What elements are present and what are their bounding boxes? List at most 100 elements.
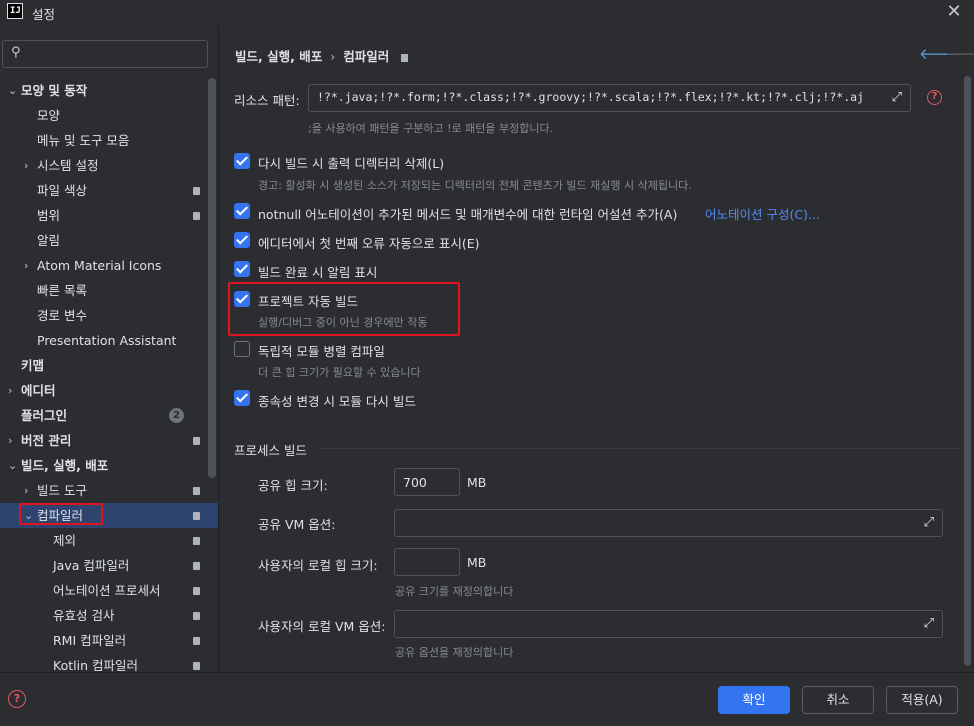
sidebar-item-label: 모양 및 동작 [21, 83, 88, 98]
expand-icon[interactable]: ⤢ [892, 90, 902, 105]
shared-heap-value: 700 [403, 475, 427, 490]
project-scope-icon [193, 612, 200, 620]
help-icon[interactable]: ? [927, 90, 942, 105]
sidebar-item[interactable]: 제외 [0, 528, 218, 553]
auto-build-label[interactable]: 프로젝트 자동 빌드 [258, 291, 358, 310]
auto-build-checkbox[interactable] [234, 291, 250, 307]
title-bar: IJ 설정 ✕ [0, 0, 974, 26]
sidebar-item[interactable]: Java 컴파일러 [0, 553, 218, 578]
clear-output-checkbox[interactable] [234, 153, 250, 169]
help-icon[interactable]: ? [8, 690, 26, 708]
notify-build-label[interactable]: 빌드 완료 시 알림 표시 [258, 262, 377, 281]
sidebar-item-label: 모양 [37, 108, 61, 123]
chevron-right-icon[interactable]: › [24, 253, 28, 278]
notnull-checkbox[interactable] [234, 203, 250, 219]
sidebar-item[interactable]: 빠른 목록 [0, 278, 218, 303]
sidebar-item-label: 제외 [53, 533, 77, 548]
first-error-label[interactable]: 에디터에서 첫 번째 오류 자동으로 표시(E) [258, 233, 480, 252]
chevron-right-icon[interactable]: › [24, 478, 28, 503]
sidebar-item[interactable]: 메뉴 및 도구 모음 [0, 128, 218, 153]
project-scope-icon [193, 187, 200, 195]
sidebar-scrollbar[interactable] [208, 78, 216, 478]
shared-vm-label: 공유 VM 옵션: [258, 517, 336, 532]
rebuild-deps-label[interactable]: 종속성 변경 시 모듈 다시 빌드 [258, 391, 416, 410]
content-scrollbar[interactable] [964, 76, 971, 666]
notnull-label[interactable]: notnull 어노테이션이 추가된 메서드 및 매개변수에 대한 런타임 어설… [258, 204, 677, 223]
chevron-right-icon[interactable]: › [24, 153, 28, 178]
sidebar-item[interactable]: 플러그인 2 [0, 403, 218, 428]
sidebar-item[interactable]: 파일 색상 [0, 178, 218, 203]
sidebar-item[interactable]: › Atom Material Icons [0, 253, 218, 278]
sidebar-item[interactable]: ⌄ 컴파일러 [0, 503, 218, 528]
sidebar-item-label: 파일 색상 [37, 183, 87, 198]
parallel-compile-hint: 더 큰 힙 크기가 필요할 수 있습니다 [258, 366, 421, 379]
sidebar-item-label: Presentation Assistant [37, 333, 177, 348]
resource-patterns-label: 리소스 패턴: [234, 93, 300, 108]
search-input[interactable]: ⚲ [2, 40, 208, 68]
parallel-compile-label[interactable]: 독립적 모듈 병렬 컴파일 [258, 341, 385, 360]
sidebar-item[interactable]: 모양 [0, 103, 218, 128]
resource-patterns-value: !?*.java;!?*.form;!?*.class;!?*.groovy;!… [317, 90, 864, 104]
apply-button[interactable]: 적용(A) [886, 686, 958, 714]
project-scope-icon [193, 437, 200, 445]
expand-icon[interactable]: ⤢ [924, 616, 934, 631]
process-build-title: 프로세스 빌드 [234, 443, 307, 458]
sidebar-item[interactable]: › 빌드 도구 [0, 478, 218, 503]
user-heap-hint: 공유 크기를 재정의합니다 [395, 585, 514, 598]
cancel-button[interactable]: 취소 [802, 686, 874, 714]
sidebar-item-label: 에디터 [21, 383, 56, 398]
project-scope-icon [193, 637, 200, 645]
sidebar-item[interactable]: 키맵 [0, 353, 218, 378]
breadcrumb-current: 컴파일러 [343, 49, 390, 64]
clear-output-label[interactable]: 다시 빌드 시 출력 디렉터리 삭제(L) [258, 153, 444, 172]
sidebar-item[interactable]: ⌄ 모양 및 동작 [0, 78, 218, 103]
shared-vm-input[interactable]: ⤢ [394, 509, 943, 537]
shared-heap-input[interactable]: 700 [394, 468, 460, 496]
first-error-checkbox[interactable] [234, 232, 250, 248]
sidebar-item[interactable]: Presentation Assistant [0, 328, 218, 353]
sidebar-item[interactable]: 경로 변수 [0, 303, 218, 328]
sidebar-item[interactable]: 어노테이션 프로세서 [0, 578, 218, 603]
sidebar-item[interactable]: RMI 컴파일러 [0, 628, 218, 653]
project-scope-icon [193, 537, 200, 545]
configure-annotations-link[interactable]: 어노테이션 구성(C)... [705, 204, 820, 223]
sidebar-item[interactable]: 범위 [0, 203, 218, 228]
sidebar-item-label: 어노테이션 프로세서 [53, 583, 161, 598]
close-icon[interactable]: ✕ [944, 1, 964, 22]
forward-arrow-icon[interactable]: 🡒 [945, 44, 974, 63]
project-scope-icon [193, 662, 200, 670]
ok-button[interactable]: 확인 [718, 686, 790, 714]
rebuild-deps-checkbox[interactable] [234, 390, 250, 406]
sidebar-item[interactable]: › 버전 관리 [0, 428, 218, 453]
search-icon: ⚲ [11, 45, 21, 60]
shared-heap-unit: MB [467, 475, 487, 490]
user-vm-input[interactable]: ⤢ [394, 610, 943, 638]
sidebar-item-label: Atom Material Icons [37, 258, 162, 273]
breadcrumb-parent[interactable]: 빌드, 실행, 배포 [235, 49, 322, 64]
resource-patterns-field[interactable]: !?*.java;!?*.form;!?*.class;!?*.groovy;!… [308, 84, 911, 112]
parallel-compile-checkbox[interactable] [234, 341, 250, 357]
sidebar-item-label: 플러그인 [21, 408, 68, 423]
settings-content: 빌드, 실행, 배포 › 컴파일러 🡐 🡒 리소스 패턴: !?*.java;!?*… [219, 26, 974, 672]
project-scope-icon [401, 53, 409, 62]
sidebar-item-label: Kotlin 컴파일러 [53, 658, 138, 672]
sidebar-item-label: 유효성 검사 [53, 608, 115, 623]
sidebar-item[interactable]: 유효성 검사 [0, 603, 218, 628]
chevron-right-icon[interactable]: › [8, 378, 12, 403]
expand-icon[interactable]: ⤢ [924, 515, 934, 530]
sidebar-item[interactable]: ⌄ 빌드, 실행, 배포 [0, 453, 218, 478]
section-divider [319, 448, 959, 449]
notify-build-checkbox[interactable] [234, 261, 250, 277]
sidebar-item[interactable]: › 시스템 설정 [0, 153, 218, 178]
sidebar-item[interactable]: 알림 [0, 228, 218, 253]
chevron-right-icon[interactable]: › [8, 428, 12, 453]
user-heap-label: 사용자의 로컬 힙 크기: [258, 558, 378, 573]
chevron-down-icon[interactable]: ⌄ [8, 453, 17, 478]
sidebar-item[interactable]: Kotlin 컴파일러 [0, 653, 218, 672]
dialog-footer: ? 확인 취소 적용(A) [0, 672, 974, 726]
user-heap-unit: MB [467, 555, 487, 570]
window-title: 설정 [32, 7, 56, 22]
chevron-down-icon[interactable]: ⌄ [8, 78, 17, 103]
sidebar-item[interactable]: › 에디터 [0, 378, 218, 403]
user-heap-input[interactable] [394, 548, 460, 576]
